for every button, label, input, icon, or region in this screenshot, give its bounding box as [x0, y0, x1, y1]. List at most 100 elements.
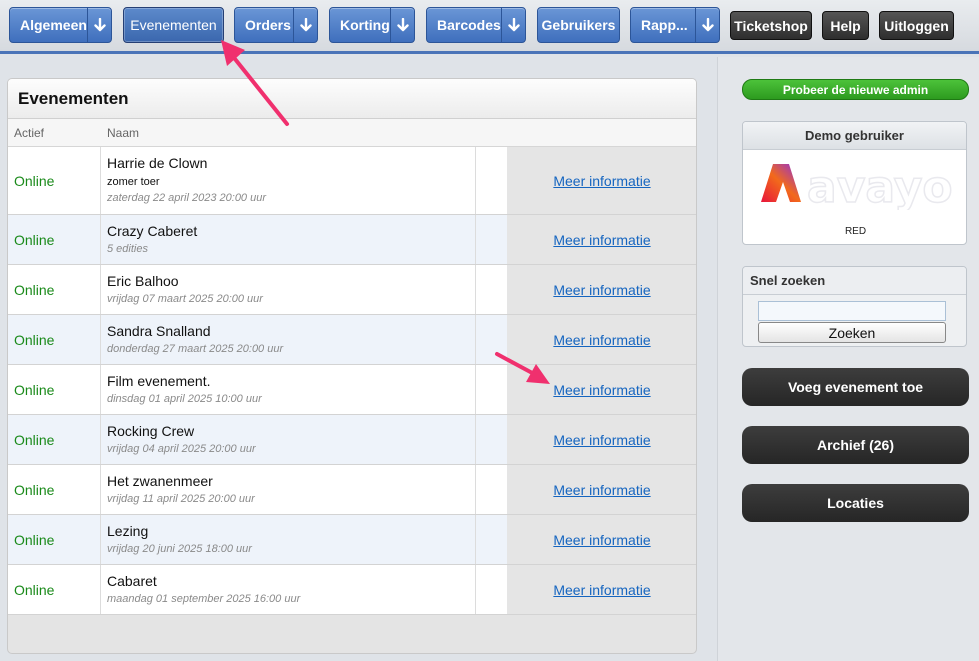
table-row: Online Sandra Snalland donderdag 27 maar… — [8, 315, 696, 365]
event-meta: 5 edities — [107, 243, 148, 255]
status-text: Online — [8, 365, 101, 414]
column-name: Naam — [107, 126, 140, 140]
event-title: Film evenement. — [107, 373, 211, 389]
empty-cell — [476, 565, 507, 614]
more-info-link[interactable]: Meer informatie — [553, 582, 650, 598]
empty-cell — [476, 215, 507, 264]
nav-gebruikers[interactable]: Gebruikers — [537, 7, 620, 43]
link-cell: Meer informatie — [507, 365, 696, 414]
more-info-link[interactable]: Meer informatie — [553, 282, 650, 298]
event-title: Het zwanenmeer — [107, 473, 213, 489]
event-title: Sandra Snalland — [107, 323, 211, 339]
arrow-down-icon[interactable] — [501, 8, 525, 42]
nav-algemeen[interactable]: Algemeen — [9, 7, 112, 43]
event-date: donderdag 27 maart 2025 20:00 uur — [107, 343, 284, 355]
nav-rapportages[interactable]: Rapp... — [630, 7, 720, 43]
nav-label: Barcodes — [437, 17, 501, 33]
link-cell: Meer informatie — [507, 515, 696, 564]
nav-evenementen[interactable]: Evenementen — [123, 7, 224, 43]
more-info-link[interactable]: Meer informatie — [553, 332, 650, 348]
event-name-cell: Het zwanenmeer vrijdag 11 april 2025 20:… — [101, 465, 476, 514]
event-name-cell: Eric Balhoo vrijdag 07 maart 2025 20:00 … — [101, 265, 476, 314]
locations-button[interactable]: Locaties — [742, 484, 969, 522]
event-name-cell: Harrie de Clown zomer toer zaterdag 22 a… — [101, 147, 476, 214]
quick-search-title: Snel zoeken — [743, 267, 966, 295]
event-date: vrijdag 07 maart 2025 20:00 uur — [107, 293, 263, 305]
link-cell: Meer informatie — [507, 465, 696, 514]
event-name-cell: Crazy Caberet 5 edities — [101, 215, 476, 264]
empty-cell — [476, 415, 507, 464]
arrow-down-icon[interactable] — [390, 8, 414, 42]
events-panel: Evenementen Actief Naam Online Harrie de… — [7, 78, 697, 654]
avayo-logo: avayo — [761, 164, 953, 210]
status-text: Online — [8, 415, 101, 464]
empty-cell — [476, 465, 507, 514]
status-text: Online — [8, 215, 101, 264]
event-subtitle: zomer toer — [107, 176, 160, 188]
help-button[interactable]: Help — [822, 11, 869, 40]
nav-label: Algemeen — [20, 17, 87, 33]
archive-button[interactable]: Archief (26) — [742, 426, 969, 464]
nav-orders[interactable]: Orders — [234, 7, 318, 43]
event-name-cell: Rocking Crew vrijdag 04 april 2025 20:00… — [101, 415, 476, 464]
event-title: Rocking Crew — [107, 423, 195, 439]
status-text: Online — [8, 515, 101, 564]
status-text: Online — [8, 465, 101, 514]
event-title: Cabaret — [107, 573, 157, 589]
more-info-link[interactable]: Meer informatie — [553, 482, 650, 498]
arrow-down-icon[interactable] — [87, 8, 111, 42]
event-date: vrijdag 20 juni 2025 18:00 uur — [107, 543, 252, 555]
more-info-link[interactable]: Meer informatie — [553, 532, 650, 548]
logo-text: avayo — [807, 164, 953, 210]
logo-caption: RED — [844, 226, 867, 237]
link-cell: Meer informatie — [507, 415, 696, 464]
table-row: Online Cabaret maandag 01 september 2025… — [8, 565, 696, 615]
table-header: Actief Naam — [8, 119, 696, 147]
status-text: Online — [8, 147, 101, 214]
ticketshop-button[interactable]: Ticketshop — [730, 11, 812, 40]
arrow-down-icon[interactable] — [293, 8, 317, 42]
more-info-link[interactable]: Meer informatie — [553, 432, 650, 448]
nav-label: Orders — [245, 17, 291, 33]
nav-barcodes[interactable]: Barcodes — [426, 7, 526, 43]
more-info-link[interactable]: Meer informatie — [553, 232, 650, 248]
logout-button[interactable]: Uitloggen — [879, 11, 954, 40]
event-date: vrijdag 04 april 2025 20:00 uur — [107, 443, 256, 455]
top-navigation: Algemeen Evenementen Orders Korting Barc… — [0, 0, 979, 54]
event-name-cell: Cabaret maandag 01 september 2025 16:00 … — [101, 565, 476, 614]
nav-korting[interactable]: Korting — [329, 7, 415, 43]
search-input[interactable] — [758, 301, 946, 321]
quick-search-box: Snel zoeken Zoeken — [742, 266, 967, 347]
arrow-down-icon[interactable] — [695, 8, 719, 42]
table-row: Online Lezing vrijdag 20 juni 2025 18:00… — [8, 515, 696, 565]
event-date: maandag 01 september 2025 16:00 uur — [107, 593, 301, 605]
table-row: Online Crazy Caberet 5 edities Meer info… — [8, 215, 696, 265]
table-row: Online Harrie de Clown zomer toer zaterd… — [8, 147, 696, 215]
event-title: Harrie de Clown — [107, 155, 208, 171]
status-text: Online — [8, 315, 101, 364]
status-text: Online — [8, 265, 101, 314]
add-event-button[interactable]: Voeg evenement toe — [742, 368, 969, 406]
more-info-link[interactable]: Meer informatie — [553, 382, 650, 398]
try-new-admin-button[interactable]: Probeer de nieuwe admin — [742, 79, 969, 100]
event-date: zaterdag 22 april 2023 20:00 uur — [107, 192, 267, 204]
link-cell: Meer informatie — [507, 315, 696, 364]
empty-cell — [476, 315, 507, 364]
more-info-link[interactable]: Meer informatie — [553, 173, 650, 189]
event-name-cell: Lezing vrijdag 20 juni 2025 18:00 uur — [101, 515, 476, 564]
event-title: Eric Balhoo — [107, 273, 179, 289]
search-button[interactable]: Zoeken — [758, 322, 946, 343]
empty-cell — [476, 265, 507, 314]
nav-label: Evenementen — [130, 17, 217, 33]
event-date: vrijdag 11 april 2025 20:00 uur — [107, 493, 255, 505]
demo-user-box: Demo gebruiker avayo RED — [742, 121, 967, 245]
table-row: Online Rocking Crew vrijdag 04 april 202… — [8, 415, 696, 465]
link-cell: Meer informatie — [507, 565, 696, 614]
demo-user-title: Demo gebruiker — [743, 122, 966, 150]
empty-cell — [476, 515, 507, 564]
status-text: Online — [8, 565, 101, 614]
link-cell: Meer informatie — [507, 215, 696, 264]
link-cell: Meer informatie — [507, 147, 696, 214]
event-title: Crazy Caberet — [107, 223, 198, 239]
table-row: Online Het zwanenmeer vrijdag 11 april 2… — [8, 465, 696, 515]
